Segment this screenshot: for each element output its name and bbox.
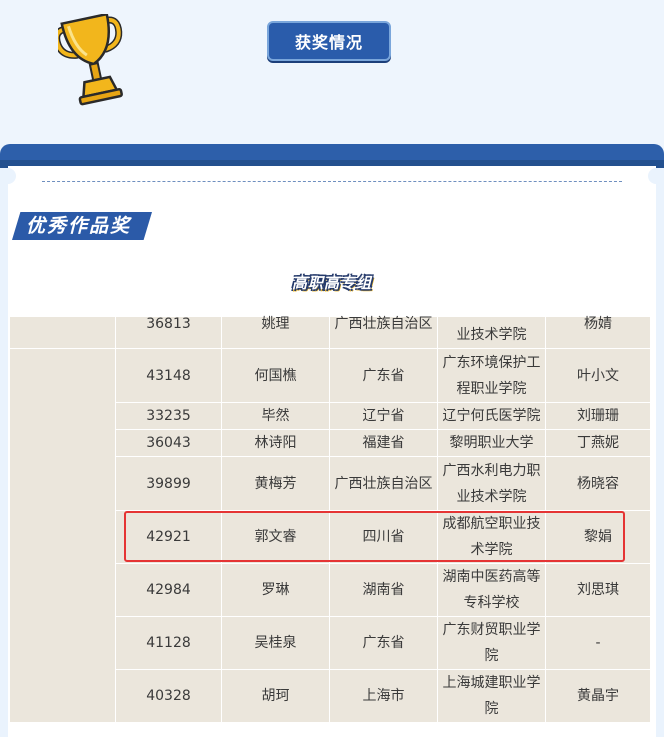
province: 广西壮族自治区 — [329, 456, 438, 511]
entry-id: 33235 — [115, 402, 222, 430]
table-row: 36813 姚理 广西壮族自治区 业技术学院 杨婧 — [9, 316, 651, 349]
group-label: 高职高专组 — [291, 274, 372, 292]
student-name: 罗琳 — [221, 563, 330, 617]
teacher: 丁燕妮 — [545, 429, 651, 457]
province: 广东省 — [329, 348, 438, 403]
province: 湖南省 — [329, 563, 438, 617]
province: 福建省 — [329, 429, 438, 457]
trophy-icon — [58, 14, 123, 106]
entry-id: 39899 — [115, 456, 222, 511]
province: 广东省 — [329, 616, 438, 670]
highlight-box — [124, 511, 625, 562]
card-notch-right — [648, 168, 664, 184]
school: 业技术学院 — [437, 316, 546, 349]
school: 上海城建职业学院 — [437, 669, 546, 723]
table-row: 43148 何国樵 广东省 广东环境保护工程职业学院 叶小文 — [9, 348, 651, 723]
card-notch-left — [0, 168, 16, 184]
award-category-cell — [9, 316, 116, 349]
entry-id: 36043 — [115, 429, 222, 457]
student-name: 黄梅芳 — [221, 456, 330, 511]
teacher: 刘思琪 — [545, 563, 651, 617]
student-name: 姚理 — [221, 316, 330, 349]
teacher: 刘珊珊 — [545, 402, 651, 430]
entry-id: 36813 — [115, 316, 222, 349]
teacher: 叶小文 — [545, 348, 651, 403]
province: 辽宁省 — [329, 402, 438, 430]
entry-id: 41128 — [115, 616, 222, 670]
entry-id: 40328 — [115, 669, 222, 723]
teacher: 黄晶宇 — [545, 669, 651, 723]
section-title-text: 优秀作品奖 — [26, 215, 132, 237]
school: 广东财贸职业学院 — [437, 616, 546, 670]
entry-id: 42984 — [115, 563, 222, 617]
student-name: 何国樵 — [221, 348, 330, 403]
student-name: 毕然 — [221, 402, 330, 430]
school: 辽宁何氏医学院 — [437, 402, 546, 430]
student-name: 胡珂 — [221, 669, 330, 723]
award-category-cell — [9, 348, 116, 723]
entry-id: 43148 — [115, 348, 222, 403]
school: 湖南中医药高等专科学校 — [437, 563, 546, 617]
dashed-divider — [42, 181, 622, 182]
teacher: - — [545, 616, 651, 670]
section-title: 优秀作品奖 — [12, 212, 152, 240]
award-status-button[interactable]: 获奖情况 — [267, 21, 391, 61]
teacher: 杨婧 — [545, 316, 651, 349]
student-name: 林诗阳 — [221, 429, 330, 457]
school: 广西水利电力职业技术学院 — [437, 456, 546, 511]
school: 黎明职业大学 — [437, 429, 546, 457]
teacher: 杨晓容 — [545, 456, 651, 511]
student-name: 吴桂泉 — [221, 616, 330, 670]
province: 广西壮族自治区 — [329, 316, 438, 349]
school: 广东环境保护工程职业学院 — [437, 348, 546, 403]
province: 上海市 — [329, 669, 438, 723]
